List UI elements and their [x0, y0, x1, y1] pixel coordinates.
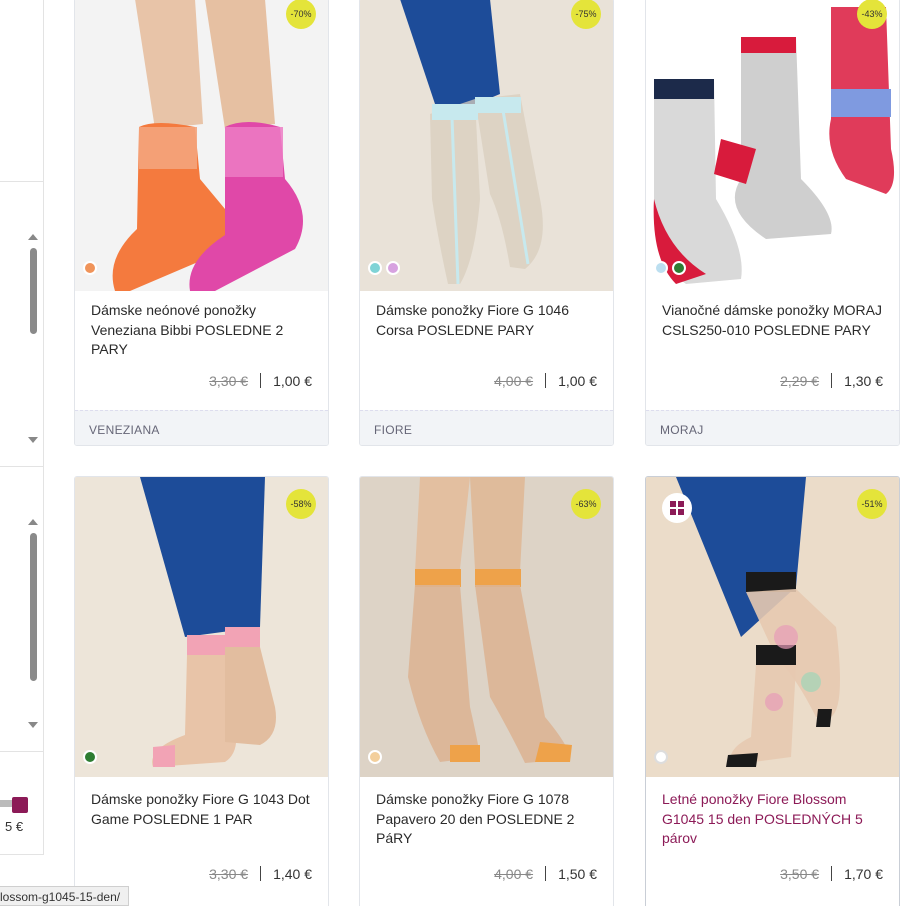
filter-sidebar: 5 € — [0, 0, 45, 906]
product-image[interactable] — [75, 477, 328, 777]
product-card[interactable]: -63% Dámske ponožky Fiore G 1078 Papaver… — [359, 476, 614, 906]
filter-panel-list-2 — [0, 466, 44, 752]
scrollbar-thumb[interactable] — [30, 248, 37, 334]
product-image[interactable] — [360, 0, 613, 291]
scroll-down-icon[interactable] — [28, 722, 38, 728]
set-grid-icon[interactable] — [662, 493, 692, 523]
product-title[interactable]: Dámske neónové ponožky Veneziana Bibbi P… — [91, 301, 317, 360]
color-swatches — [83, 261, 97, 275]
current-price: 1,00 € — [558, 373, 597, 389]
old-price: 4,00 € — [494, 866, 534, 882]
product-card[interactable]: -43% Vianočné dámske ponožky MORAJ CSLS2… — [645, 0, 900, 446]
product-image[interactable] — [646, 0, 899, 291]
product-price: 3,50 € 1,70 € — [780, 866, 883, 882]
color-swatch[interactable] — [386, 261, 400, 275]
product-price: 4,00 € 1,00 € — [494, 373, 597, 389]
old-price: 2,29 € — [780, 373, 820, 389]
scroll-up-icon[interactable] — [28, 234, 38, 240]
product-title[interactable]: Dámske ponožky Fiore G 1043 Dot Game POS… — [91, 790, 317, 829]
product-image[interactable] — [360, 477, 613, 777]
color-swatch[interactable] — [368, 750, 382, 764]
color-swatches — [368, 750, 382, 764]
current-price: 1,00 € — [273, 373, 312, 389]
product-card[interactable]: -51% Letné ponožky Fiore Blossom G1045 1… — [645, 476, 900, 906]
current-price: 1,70 € — [844, 866, 883, 882]
product-title[interactable]: Letné ponožky Fiore Blossom G1045 15 den… — [662, 790, 888, 849]
old-price: 3,30 € — [209, 866, 249, 882]
product-card[interactable]: -58% Dámske ponožky Fiore G 1043 Dot Gam… — [74, 476, 329, 906]
filter-panel-list-1 — [0, 181, 44, 468]
color-swatches — [368, 261, 400, 275]
price-range-value: 5 € — [5, 819, 24, 834]
brand-label[interactable]: VENEZIANA — [75, 410, 328, 445]
scrollbar-thumb[interactable] — [30, 533, 37, 681]
status-bar-url: lossom-g1045-15-den/ — [0, 886, 130, 906]
brand-label[interactable]: MORAJ — [646, 410, 899, 445]
discount-badge: -51% — [857, 489, 887, 519]
old-price: 3,50 € — [780, 866, 820, 882]
discount-badge: -75% — [571, 0, 601, 29]
product-price: 3,30 € 1,00 € — [209, 373, 312, 389]
product-price: 2,29 € 1,30 € — [780, 373, 883, 389]
color-swatch[interactable] — [83, 750, 97, 764]
color-swatch[interactable] — [672, 261, 686, 275]
discount-badge: -58% — [286, 489, 316, 519]
discount-badge: -63% — [571, 489, 601, 519]
color-swatches — [83, 750, 97, 764]
current-price: 1,40 € — [273, 866, 312, 882]
scroll-up-icon[interactable] — [28, 519, 38, 525]
old-price: 3,30 € — [209, 373, 249, 389]
product-title[interactable]: Dámske ponožky Fiore G 1046 Corsa POSLED… — [376, 301, 602, 340]
price-range-handle[interactable] — [12, 797, 28, 813]
product-title[interactable]: Dámske ponožky Fiore G 1078 Papavero 20 … — [376, 790, 602, 849]
color-swatches — [654, 261, 686, 275]
discount-badge: -70% — [286, 0, 316, 29]
color-swatch[interactable] — [83, 261, 97, 275]
color-swatch[interactable] — [368, 261, 382, 275]
current-price: 1,50 € — [558, 866, 597, 882]
discount-badge: -43% — [857, 0, 887, 29]
old-price: 4,00 € — [494, 373, 534, 389]
color-swatch[interactable] — [654, 261, 668, 275]
current-price: 1,30 € — [844, 373, 883, 389]
filter-panel-top — [0, 0, 44, 182]
product-card[interactable]: -70% Dámske neónové ponožky Veneziana Bi… — [74, 0, 329, 446]
product-price: 4,00 € 1,50 € — [494, 866, 597, 882]
color-swatches — [654, 750, 668, 764]
color-swatch[interactable] — [654, 750, 668, 764]
brand-label[interactable]: FIORE — [360, 410, 613, 445]
product-image[interactable] — [75, 0, 328, 291]
product-title[interactable]: Vianočné dámske ponožky MORAJ CSLS250-01… — [662, 301, 888, 340]
product-card[interactable]: -75% Dámske ponožky Fiore G 1046 Corsa P… — [359, 0, 614, 446]
price-range-track[interactable] — [0, 800, 12, 807]
product-image[interactable] — [646, 477, 899, 777]
product-price: 3,30 € 1,40 € — [209, 866, 312, 882]
scroll-down-icon[interactable] — [28, 437, 38, 443]
